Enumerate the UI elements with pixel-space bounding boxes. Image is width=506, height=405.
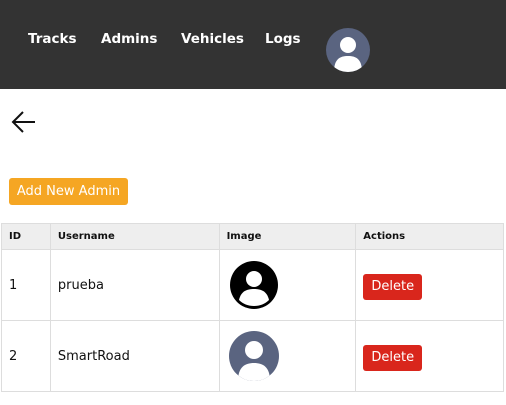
admins-table: ID Username Image Actions 1 prueba Delet… [1,223,504,392]
cell-id: 1 [1,249,51,321]
column-header-id: ID [1,223,51,250]
delete-button[interactable]: Delete [363,274,423,300]
default-user-icon [229,260,279,310]
column-header-actions: Actions [355,223,504,250]
table-row: 1 prueba Delete [1,249,504,321]
cell-username: SmartRoad [49,320,220,392]
nav-link-tracks[interactable]: Tracks [28,31,77,47]
cell-actions: Delete [355,249,504,321]
nav-link-vehicles[interactable]: Vehicles [181,31,244,47]
cell-image [218,249,357,321]
nav-link-logs[interactable]: Logs [265,31,301,47]
user-avatar-icon[interactable] [326,28,370,72]
table-header-row: ID Username Image Actions [1,223,504,250]
delete-button[interactable]: Delete [363,345,423,371]
add-new-admin-button[interactable]: Add New Admin [9,178,128,205]
table-row: 2 SmartRoad Delete [1,320,504,392]
cell-id: 2 [1,320,51,392]
cell-actions: Delete [355,320,504,392]
navbar: Tracks Admins Vehicles Logs [0,0,506,89]
cell-username: prueba [49,249,220,321]
nav-link-admins[interactable]: Admins [101,31,157,47]
column-header-username: Username [49,223,220,250]
user-avatar-icon [228,331,279,381]
column-header-image: Image [218,223,357,250]
back-arrow-icon[interactable] [10,110,38,134]
cell-image [218,320,357,392]
